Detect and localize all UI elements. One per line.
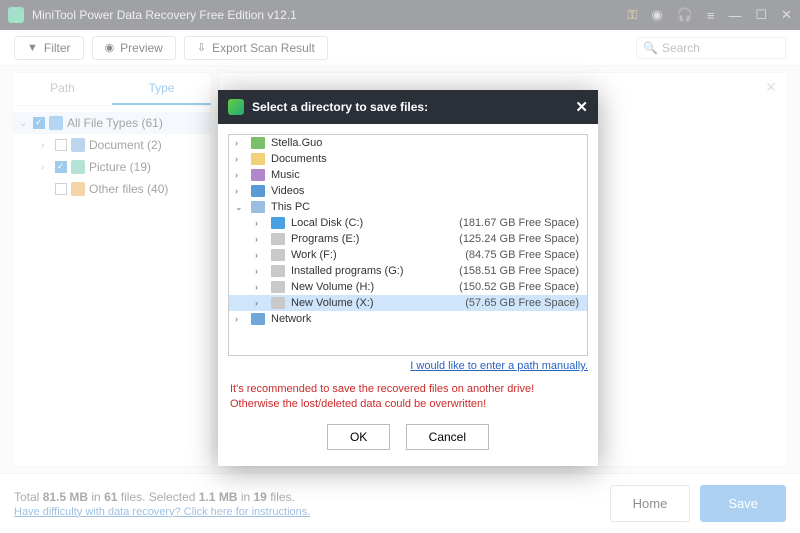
chevron-right-icon: ›: [235, 138, 245, 148]
chevron-right-icon: ›: [255, 234, 265, 244]
manual-path-link[interactable]: I would like to enter a path manually.: [410, 360, 588, 372]
drive-icon: [271, 249, 285, 261]
drive-icon: [271, 233, 285, 245]
network-icon: [251, 313, 265, 325]
chevron-right-icon: ›: [235, 170, 245, 180]
cancel-button[interactable]: Cancel: [406, 424, 489, 450]
chevron-right-icon: ›: [235, 186, 245, 196]
dir-row[interactable]: ›Stella.Guo: [229, 135, 587, 151]
video-icon: [251, 185, 265, 197]
user-icon: [251, 137, 265, 149]
dir-row[interactable]: ›New Volume (H:)(150.52 GB Free Space): [229, 279, 587, 295]
dir-row[interactable]: ›Programs (E:)(125.24 GB Free Space): [229, 231, 587, 247]
music-icon: [251, 169, 265, 181]
chevron-right-icon: ›: [255, 250, 265, 260]
dialog-title: Select a directory to save files:: [252, 100, 428, 114]
dialog-warning: It's recommended to save the recovered f…: [228, 380, 588, 424]
dir-row-selected[interactable]: ›New Volume (X:)(57.65 GB Free Space): [229, 295, 587, 311]
drive-icon: [271, 281, 285, 293]
drive-icon: [271, 297, 285, 309]
ok-button[interactable]: OK: [327, 424, 390, 450]
dir-row[interactable]: ›Local Disk (C:)(181.67 GB Free Space): [229, 215, 587, 231]
chevron-right-icon: ›: [235, 314, 245, 324]
dir-row[interactable]: ›Installed programs (G:)(158.51 GB Free …: [229, 263, 587, 279]
directory-tree[interactable]: ›Stella.Guo ›Documents ›Music ›Videos ⌄T…: [228, 134, 588, 356]
dialog-logo-icon: [228, 99, 244, 115]
dialog-close-icon[interactable]: ✕: [575, 98, 588, 116]
chevron-right-icon: ›: [235, 154, 245, 164]
chevron-right-icon: ›: [255, 266, 265, 276]
windows-icon: [271, 217, 285, 229]
pc-icon: [251, 201, 265, 213]
dir-row[interactable]: ›Videos: [229, 183, 587, 199]
chevron-down-icon: ⌄: [235, 202, 245, 213]
drive-icon: [271, 265, 285, 277]
chevron-right-icon: ›: [255, 282, 265, 292]
save-dialog: Select a directory to save files: ✕ ›Ste…: [218, 90, 598, 466]
folder-icon: [251, 153, 265, 165]
chevron-right-icon: ›: [255, 218, 265, 228]
dir-row[interactable]: ›Work (F:)(84.75 GB Free Space): [229, 247, 587, 263]
chevron-right-icon: ›: [255, 298, 265, 308]
dialog-titlebar: Select a directory to save files: ✕: [218, 90, 598, 124]
dir-row[interactable]: ›Network: [229, 311, 587, 327]
dir-row[interactable]: ›Documents: [229, 151, 587, 167]
dir-this-pc[interactable]: ⌄This PC: [229, 199, 587, 215]
dir-row[interactable]: ›Music: [229, 167, 587, 183]
